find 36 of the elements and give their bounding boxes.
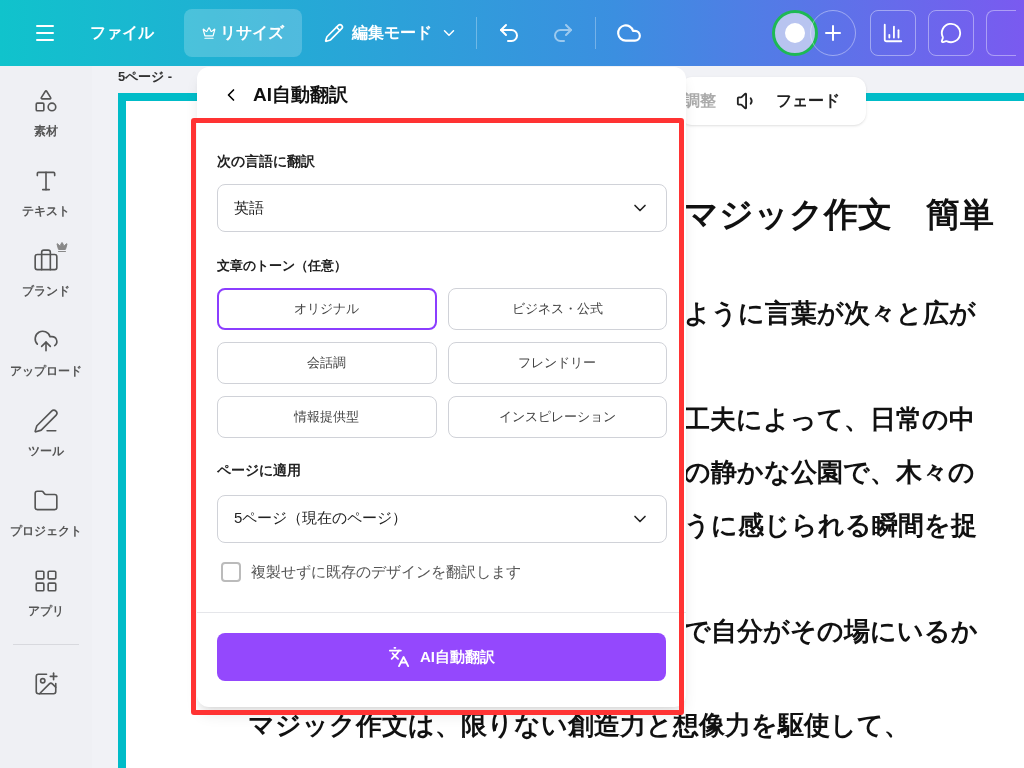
tone-option[interactable]: オリジナル: [217, 287, 437, 330]
cloud-upload-icon: [33, 328, 59, 354]
section-label: 次の言語に翻訳: [217, 152, 316, 171]
pencil-icon: [324, 23, 344, 43]
tone-option[interactable]: ビジネス・公式: [447, 287, 667, 330]
tone-option[interactable]: フレンドリー: [447, 341, 667, 384]
shapes-icon: [33, 88, 59, 114]
undo-icon[interactable]: [497, 21, 521, 45]
section-label: 文章のトーン（任意）: [217, 257, 348, 275]
translate-icon: [388, 646, 410, 668]
page-select[interactable]: 5ページ（現在のページ）: [217, 494, 667, 543]
checkbox[interactable]: [221, 561, 241, 582]
avatar[interactable]: [772, 10, 818, 56]
page-text: 工夫によって、日常の中: [684, 402, 976, 436]
language-select[interactable]: 英語: [217, 184, 667, 232]
toolbar-button[interactable]: [986, 10, 1016, 56]
tone-option[interactable]: インスピレーション: [447, 395, 667, 438]
page-text: うに感じられる瞬間を捉: [684, 508, 978, 542]
tone-option[interactable]: 情報提供型: [217, 395, 437, 438]
crown-icon: [202, 26, 216, 40]
comment-icon[interactable]: [928, 10, 974, 56]
document-title: 5ページ -: [118, 68, 174, 86]
page-text: の静かな公園で、木々の: [684, 455, 976, 489]
translate-button[interactable]: AI自動翻訳: [217, 633, 666, 681]
tone-option[interactable]: 会話調: [217, 341, 437, 384]
page-heading: マジック作文 簡単: [684, 193, 995, 235]
apps-icon: [33, 568, 59, 594]
page-text: ように言葉が次々と広が: [684, 296, 977, 330]
checkbox-label: 複製せずに既存のデザインを翻訳します: [251, 561, 521, 582]
page-text: で自分がその場にいるか: [684, 614, 979, 648]
pen-icon: [33, 408, 59, 434]
panel-title: AI自動翻訳: [253, 82, 348, 107]
image-sparkle-icon: [33, 671, 59, 697]
fade-button[interactable]: フェード: [776, 89, 840, 113]
chart-icon[interactable]: [870, 10, 916, 56]
section-label: ページに適用: [217, 460, 302, 480]
